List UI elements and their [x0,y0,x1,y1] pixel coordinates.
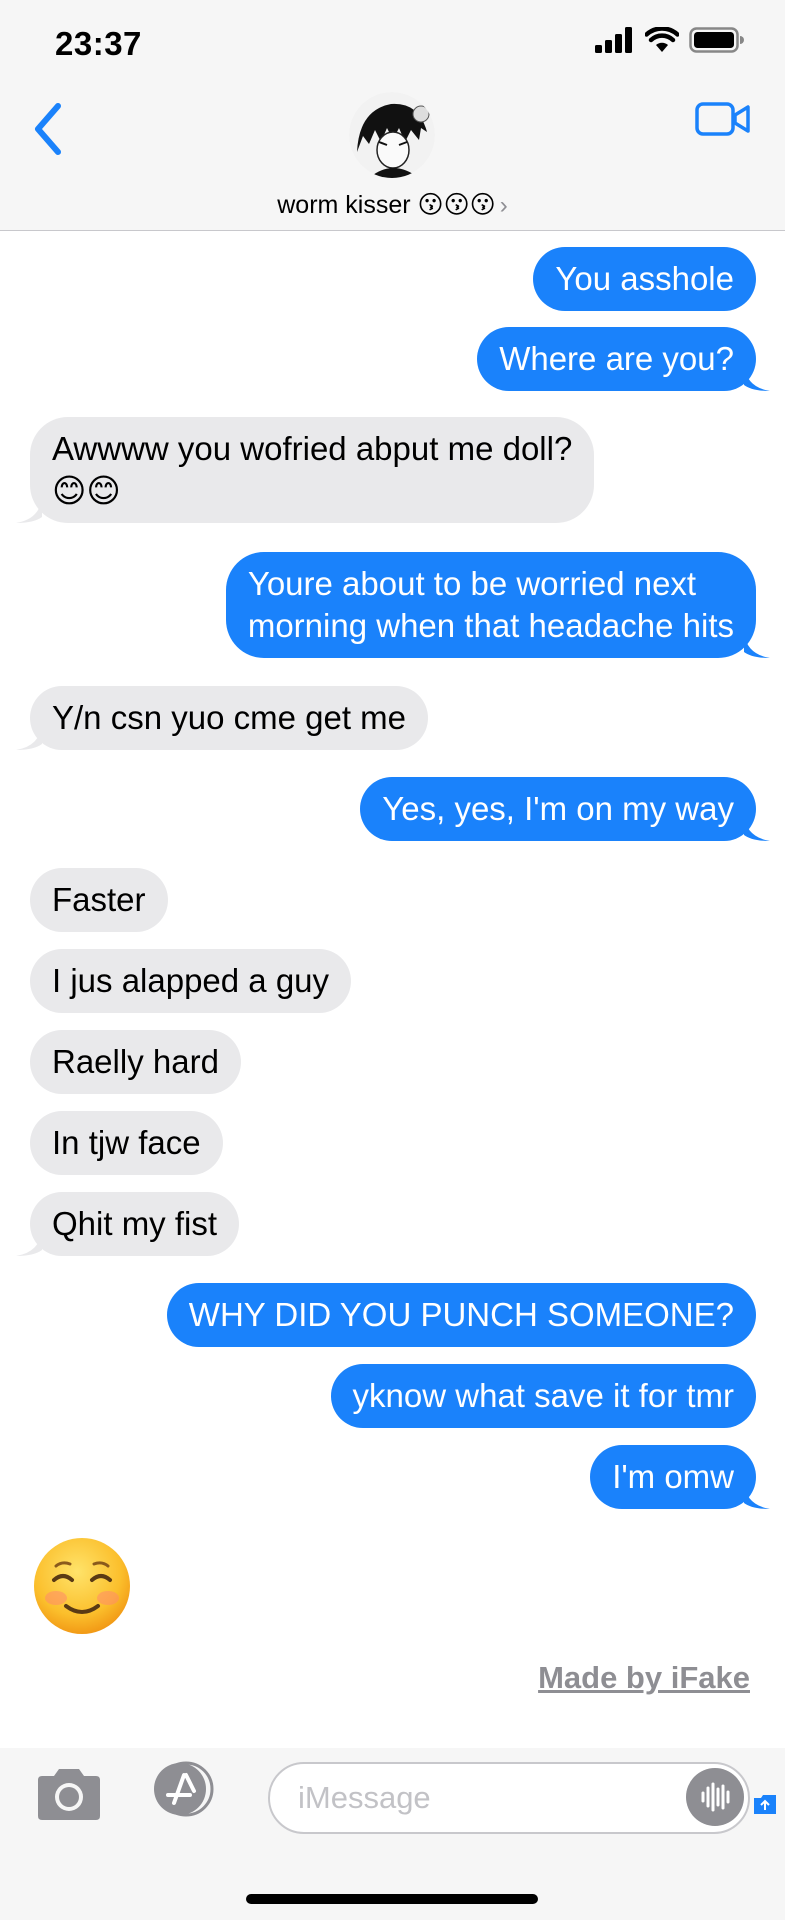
incoming-message[interactable]: I jus alapped a guy [30,949,352,1013]
back-chevron-icon[interactable] [28,98,68,160]
conversation-header: worm kisser 😗😗😗 › [0,80,785,231]
home-indicator[interactable] [246,1894,538,1904]
outgoing-message[interactable]: Youre about to be worried next morning w… [225,552,770,658]
bubble-tail [744,365,770,391]
incoming-message[interactable]: Y/n csn yuo cme get me [16,686,428,750]
bubble-tail [744,815,770,841]
imessage-input[interactable]: iMessage [268,1762,750,1834]
signal-icon [595,27,632,53]
outgoing-message[interactable]: Yes, yes, I'm on my way [360,777,770,841]
clock: 23:37 [55,25,142,62]
outgoing-message[interactable]: I'm omw [590,1445,770,1509]
battery-icon [689,27,744,53]
app-drawer-icon[interactable] [751,1790,779,1818]
smiling-face-emoji[interactable] [32,1536,132,1636]
made-by-ifake-link[interactable]: Made by iFake [538,1660,750,1696]
audio-message-button[interactable] [686,1768,744,1826]
bubble-tail [744,632,770,658]
bubble-tail [16,1230,42,1256]
incoming-message[interactable]: Awwww you wofried abput me doll? 😊😊 [16,417,595,523]
video-call-icon[interactable] [695,100,751,138]
outgoing-message[interactable]: Where are you? [477,327,770,391]
chevron-right-icon: › [499,192,508,219]
status-bar: 23:37 [0,0,785,80]
contact-name-button[interactable]: worm kisser 😗😗😗 › [0,190,785,220]
avatar-image [349,92,435,178]
incoming-message[interactable]: Qhit my fist [16,1192,240,1256]
contact-avatar[interactable] [349,92,435,178]
camera-icon[interactable] [34,1766,104,1822]
outgoing-message[interactable]: You asshole [533,247,756,311]
bubble-tail [744,1483,770,1509]
bubble-tail [16,724,42,750]
incoming-message[interactable]: In tjw face [30,1111,223,1175]
bubble-tail [16,497,42,523]
app-store-icon[interactable] [146,1761,226,1817]
outgoing-message[interactable]: yknow what save it for tmr [330,1364,756,1428]
outgoing-message[interactable]: WHY DID YOU PUNCH SOMEONE? [166,1283,756,1347]
incoming-message[interactable]: Raelly hard [30,1030,241,1094]
incoming-message[interactable]: Faster [30,868,168,932]
contact-name: worm kisser 😗😗😗 [277,191,496,219]
wifi-icon [645,27,679,52]
waveform-icon [701,1782,730,1812]
input-placeholder: iMessage [298,1780,431,1815]
